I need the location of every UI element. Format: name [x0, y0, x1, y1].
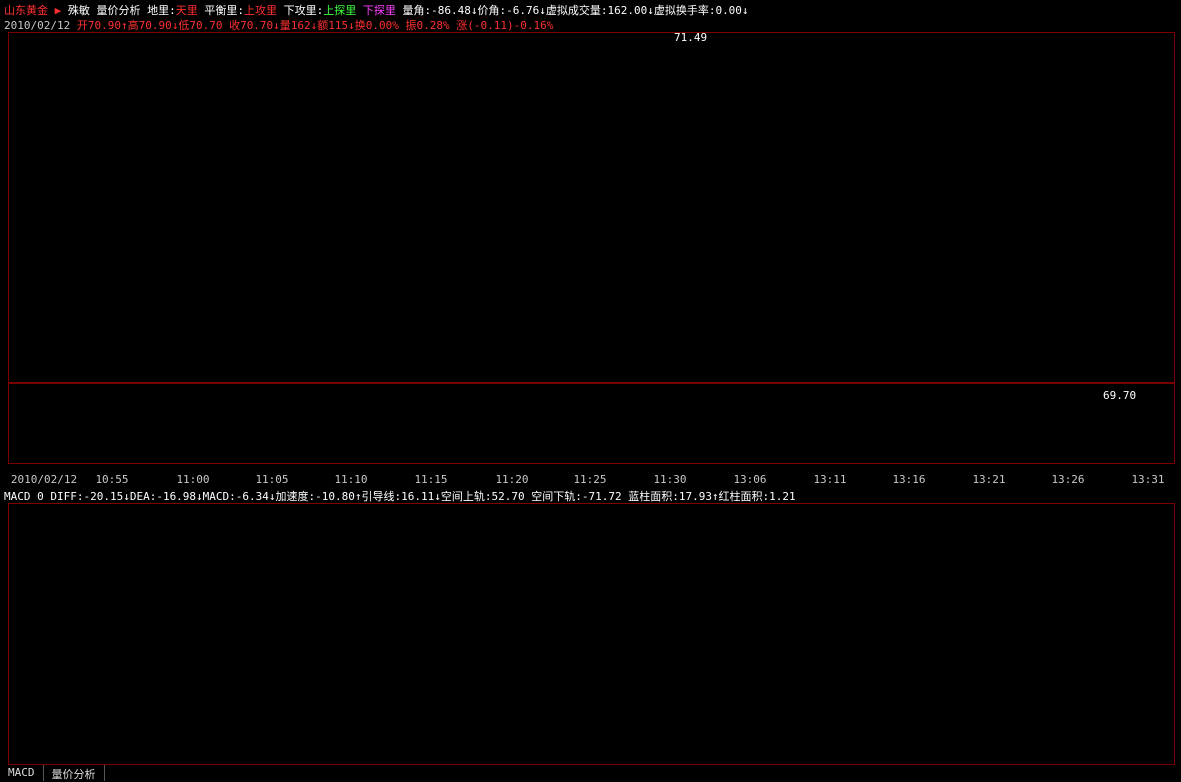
time-tick: 13:26	[1051, 473, 1085, 486]
stock-name[interactable]: 山东黄金	[4, 4, 48, 17]
time-tick: 13:06	[733, 473, 767, 486]
time-tick: 11:30	[653, 473, 687, 486]
tab-macd[interactable]: MACD	[0, 765, 44, 781]
indicator-tabs: MACD 量价分析	[0, 765, 105, 781]
time-tick: 11:25	[573, 473, 607, 486]
quote-date: 2010/02/12	[4, 19, 71, 32]
price-high-label: 71.49	[674, 31, 708, 44]
macd-header: MACD 0 DIFF:-20.15↓DEA:-16.98↓MACD:-6.34…	[4, 490, 796, 503]
time-axis: 2010/02/12 10:55 11:00 11:05 11:10 11:15…	[8, 473, 1173, 487]
time-tick: 10:55	[95, 473, 129, 486]
arrow-icon[interactable]: ▶	[55, 4, 62, 17]
time-tick: 11:20	[495, 473, 529, 486]
time-tick: 2010/02/12	[10, 473, 78, 486]
quote-text: 开70.90↑高70.90↓低70.70 收70.70↓量162↓额115↓换0…	[76, 19, 554, 32]
title-bar: 山东黄金 ▶ 殊敏 量价分析 地里:天里 平衡里:上攻里 下攻里:上探里 下探里…	[4, 2, 1177, 18]
time-tick: 11:00	[176, 473, 210, 486]
time-tick: 13:21	[972, 473, 1006, 486]
indicator-names: 殊敏 量价分析 地里:天里 平衡里:上攻里 下攻里:上探里 下探里	[67, 4, 396, 17]
readouts: 量角:-86.48↓价角:-6.76↓虚拟成交量:162.00↓虚拟换手率:0.…	[402, 4, 749, 17]
time-tick: 11:15	[414, 473, 448, 486]
macd-panel	[8, 503, 1175, 765]
time-tick: 13:16	[892, 473, 926, 486]
time-tick: 11:10	[334, 473, 368, 486]
tab-volume-price[interactable]: 量价分析	[44, 765, 105, 781]
quote-line: 2010/02/12 开70.90↑高70.90↓低70.70 收70.70↓量…	[4, 17, 1177, 33]
time-tick: 13:11	[813, 473, 847, 486]
time-tick: 11:05	[255, 473, 289, 486]
time-tick: 13:31	[1131, 473, 1165, 486]
price-panel: 71.49 69.70	[8, 31, 1175, 402]
volume-panel	[8, 382, 1175, 464]
